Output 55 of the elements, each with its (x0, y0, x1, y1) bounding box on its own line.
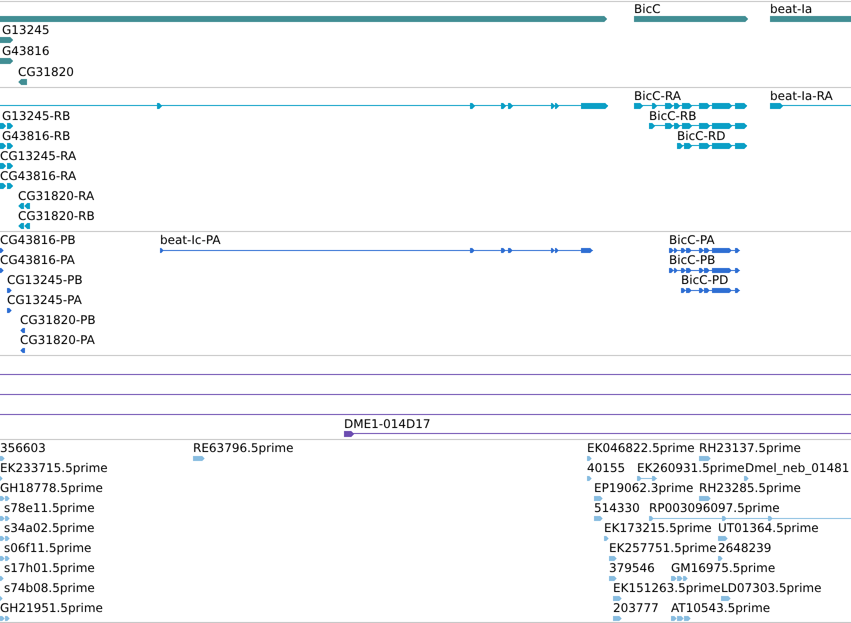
est-label: UT01364.5prime (718, 521, 819, 535)
est-label: s06f11.5prime (4, 541, 92, 555)
transcript-label: BicC-RA (634, 89, 681, 103)
est-label: GM16975.5prime (671, 561, 776, 575)
protein-label: beat-Ic-PA (160, 233, 221, 247)
protein-label: CG13245-PA (7, 293, 82, 307)
est-label: RH23137.5prime (699, 441, 801, 455)
transcript-label: beat-Ia-RA (770, 89, 833, 103)
protein-label: CG31820-PA (20, 333, 95, 347)
est-label: 356603 (0, 441, 46, 455)
est-label: 514330 (594, 501, 640, 515)
est-label: EK260931.5prime (637, 461, 745, 475)
est-label: EK151263.5prime (613, 581, 721, 595)
protein-label: CG13245-PB (7, 273, 83, 287)
est-label: EK173215.5prime (604, 521, 712, 535)
transcript-label: G13245-RB (2, 109, 70, 123)
protein-label: BicC-PB (669, 253, 716, 267)
est-label: EK046822.5prime (587, 441, 695, 455)
gene-label: CG31820 (18, 65, 74, 79)
est-label: AT10543.5prime (671, 601, 770, 615)
est-label: EP19062.3prime (594, 481, 694, 495)
protein-label: BicC-PD (681, 273, 728, 287)
est-label: 2648239 (718, 541, 772, 555)
est-label: s17h01.5prime (4, 561, 95, 575)
est-label: LD07303.5prime (721, 581, 822, 595)
est-label: Dmel_neb_01481 (745, 461, 850, 475)
est-label: GH18778.5prime (0, 481, 103, 495)
est-label: EK257751.5prime (609, 541, 717, 555)
est-label: s34a02.5prime (4, 521, 95, 535)
gene-label: beat-Ia (770, 2, 812, 16)
transcript-label: BicC-RD (677, 129, 726, 143)
transcript-label: G43816-RB (2, 129, 70, 143)
transcript-label: BicC-RB (649, 109, 696, 123)
transcript-label: CG31820-RA (18, 189, 94, 203)
est-label: 379546 (609, 561, 655, 575)
est-label: RE63796.5prime (193, 441, 294, 455)
est-label: 40155 (587, 461, 626, 475)
est-label: 203777 (613, 601, 659, 615)
gene-label: G13245 (2, 23, 50, 37)
protein-label: CG31820-PB (20, 313, 96, 327)
protein-label: CG43816-PB (0, 233, 76, 247)
gene-label: BicC (634, 2, 661, 16)
protein-label: CG43816-PA (0, 253, 75, 267)
protein-label: BicC-PA (669, 233, 715, 247)
est-label: RH23285.5prime (699, 481, 801, 495)
est-label: s78e11.5prime (4, 501, 95, 515)
est-label: RP003096097.5prime (649, 501, 780, 515)
transcript-label: CG13245-RA (0, 149, 76, 163)
transcript-label: CG31820-RB (18, 209, 95, 223)
transcript-label: CG43816-RA (0, 169, 76, 183)
est-label: s74b08.5prime (4, 581, 95, 595)
gene-label: G43816 (2, 44, 50, 58)
est-label: GH21951.5prime (0, 601, 103, 615)
est-label: EK233715.5prime (0, 461, 108, 475)
clone-label: DME1-014D17 (344, 417, 431, 431)
